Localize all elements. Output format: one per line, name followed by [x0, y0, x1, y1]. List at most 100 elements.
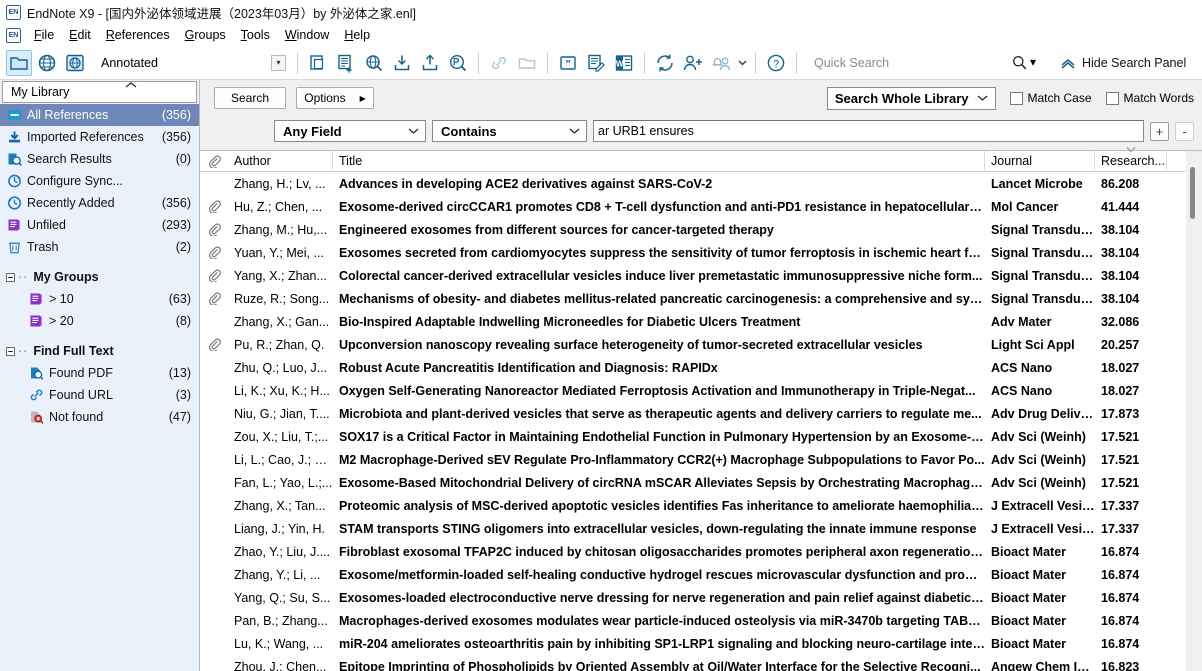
menu-groups[interactable]: Groups [178, 26, 233, 44]
remove-search-row-button[interactable]: - [1175, 121, 1194, 141]
sidebar-item-imported-references[interactable]: Imported References (356) [0, 126, 199, 148]
sidebar-item-configure-sync[interactable]: Configure Sync... [0, 170, 199, 192]
cell-author-text: Yang, X.; Zhan... [234, 268, 327, 283]
search-button[interactable]: Search [214, 87, 286, 109]
table-row[interactable]: Li, L.; Cao, J.; Li... M2 Macrophage-Deri… [200, 448, 1185, 471]
menu-references[interactable]: References [99, 26, 177, 44]
hide-search-panel-button[interactable]: Hide Search Panel [1060, 56, 1186, 70]
table-row[interactable]: Pan, B.; Zhang... Macrophages-derived exo… [200, 609, 1185, 632]
table-row[interactable]: Niu, G.; Jian, T.... Microbiota and plant… [200, 402, 1185, 425]
table-row[interactable]: Hu, Z.; Chen, ... Exosome-derived circCCA… [200, 195, 1185, 218]
format-bibliography-icon[interactable] [583, 50, 609, 76]
sidebar-group-gt10[interactable]: > 10 (63) [0, 288, 199, 310]
sidebar-item-not-found[interactable]: Not found (47) [0, 406, 199, 428]
cell-rating-text: 20.257 [1101, 337, 1140, 352]
menu-edit[interactable]: Edit [62, 26, 98, 44]
help-icon[interactable]: ? [763, 50, 789, 76]
table-row[interactable]: Zhang, Y.; Li, ... Exosome/metformin-load… [200, 563, 1185, 586]
chevron-down-icon[interactable] [736, 50, 748, 76]
table-row[interactable]: Zhang, X.; Gan... Bio-Inspired Adaptable … [200, 310, 1185, 333]
insert-citation-icon[interactable]: ” [555, 50, 581, 76]
table-row[interactable]: Lu, K.; Wang, ... miR-204 ameliorates ost… [200, 632, 1185, 655]
sidebar-item-found-pdf[interactable]: Found PDF (13) [0, 362, 199, 384]
output-style-combo[interactable]: Annotated ▾ [92, 51, 290, 74]
sync-icon[interactable] [652, 50, 678, 76]
column-header-title[interactable]: Title [333, 150, 985, 172]
sidebar-item-recently-added[interactable]: Recently Added (356) [0, 192, 199, 214]
online-search-mode-icon[interactable] [361, 50, 387, 76]
table-row[interactable]: Zhu, Q.; Luo, J... Robust Acute Pancreati… [200, 356, 1185, 379]
activity-feed-icon[interactable] [708, 50, 734, 76]
find-full-text-icon[interactable] [445, 50, 471, 76]
menu-tools[interactable]: Tools [234, 26, 277, 44]
menu-window[interactable]: Window [278, 26, 336, 44]
checkbox-box[interactable] [1009, 91, 1023, 105]
cell-rating: 32.086 [1095, 310, 1167, 333]
attachment-cell-empty [200, 655, 228, 671]
chevron-down-icon[interactable]: ▾ [271, 54, 286, 71]
vertical-scrollbar[interactable] [1185, 151, 1202, 671]
scrollbar-thumb[interactable] [1190, 167, 1195, 219]
options-button[interactable]: Options ▶ [296, 87, 374, 109]
quick-search-options-icon[interactable]: ▾ [1030, 55, 1044, 70]
export-icon[interactable] [417, 50, 443, 76]
sidebar-item-search-results[interactable]: Search Results (0) [0, 148, 199, 170]
open-file-icon[interactable] [514, 50, 540, 76]
table-row[interactable]: Ruze, R.; Song... Mechanisms of obesity- … [200, 287, 1185, 310]
sidebar-section-find-full-text[interactable]: – ·· Find Full Text [0, 340, 199, 362]
table-row[interactable]: Zhou, J.; Chen... Epitope Imprinting of P… [200, 655, 1185, 671]
table-row[interactable]: Zhang, M.; Hu,... Engineered exosomes fro… [200, 218, 1185, 241]
add-search-row-button[interactable]: + [1150, 121, 1169, 141]
import-icon[interactable] [389, 50, 415, 76]
sidebar-group-gt20[interactable]: > 20 (8) [0, 310, 199, 332]
menu-help[interactable]: Help [337, 26, 377, 44]
table-row[interactable]: Liang, J.; Yin, H. STAM transports STING … [200, 517, 1185, 540]
sidebar-item-all-references[interactable]: All References (356) [0, 104, 199, 126]
table-row[interactable]: Yang, Q.; Su, S... Exosomes-loaded electr… [200, 586, 1185, 609]
sidebar-item-trash[interactable]: Trash (2) [0, 236, 199, 258]
sidebar-item-unfiled[interactable]: Unfiled (293) [0, 214, 199, 236]
local-library-icon[interactable] [6, 49, 32, 76]
sidebar-section-my-groups[interactable]: – ·· My Groups [0, 266, 199, 288]
collapse-toggle-icon[interactable]: – [6, 272, 15, 282]
table-row[interactable]: Li, K.; Xu, K.; H... Oxygen Self-Generati… [200, 379, 1185, 402]
collapse-sidebar-icon[interactable] [124, 80, 138, 90]
checkbox-box[interactable] [1105, 91, 1119, 105]
table-row[interactable]: Yuan, Y.; Mei, ... Exosomes secreted from… [200, 241, 1185, 264]
cell-journal-text: Signal Transduct Targ... [991, 291, 1095, 306]
table-row[interactable]: Yang, X.; Zhan... Colorectal cancer-deriv… [200, 264, 1185, 287]
cell-title: Exosome-derived circCCAR1 promotes CD8 +… [333, 195, 985, 218]
my-library-tab[interactable]: My Library [2, 81, 197, 103]
table-row[interactable]: Zou, X.; Liu, T.;... SOX17 is a Critical … [200, 425, 1185, 448]
cell-spacer [1167, 310, 1185, 333]
new-reference-icon[interactable] [333, 50, 359, 76]
search-field-select[interactable]: Any Field [274, 120, 426, 142]
sidebar-item-found-url[interactable]: Found URL (3) [0, 384, 199, 406]
integrated-library-icon[interactable] [62, 50, 88, 76]
match-words-checkbox[interactable]: Match Words [1105, 91, 1194, 105]
match-case-checkbox[interactable]: Match Case [1009, 91, 1092, 105]
column-header-author[interactable]: Author [228, 150, 333, 172]
table-row[interactable]: Zhao, Y.; Liu, J.... Fibroblast exosomal … [200, 540, 1185, 563]
column-header-attachment[interactable] [200, 151, 228, 172]
word-addin-icon[interactable]: W [611, 50, 637, 76]
search-operator-select[interactable]: Contains [432, 120, 587, 142]
table-row[interactable]: Zhang, X.; Tan... Proteomic analysis of M… [200, 494, 1185, 517]
quick-search-input[interactable]: Quick Search [814, 56, 1006, 70]
search-term-input[interactable]: ar URB1 ensures [593, 120, 1144, 142]
menu-file[interactable]: File [27, 26, 61, 44]
share-library-icon[interactable] [680, 50, 706, 76]
search-scope-select[interactable]: Search Whole Library [826, 86, 996, 110]
chevron-right-icon: ▶ [359, 93, 366, 103]
column-header-journal[interactable]: Journal [985, 150, 1095, 172]
copy-references-icon[interactable] [305, 50, 331, 76]
table-row[interactable]: Zhang, H.; Lv, ... Advances in developing… [200, 172, 1185, 195]
table-row[interactable]: Pu, R.; Zhan, Q. Upconversion nanoscopy r… [200, 333, 1185, 356]
online-search-icon[interactable] [34, 50, 60, 76]
open-url-link-icon[interactable] [486, 50, 512, 76]
table-row[interactable]: Fan, L.; Yao, L.;... Exosome-Based Mitoch… [200, 471, 1185, 494]
column-header-rating[interactable]: Research... [1095, 146, 1167, 172]
collapse-toggle-icon[interactable]: – [6, 346, 15, 356]
quick-search-button[interactable]: ▾ [1012, 55, 1044, 70]
cell-rating-text: 17.521 [1101, 429, 1140, 444]
